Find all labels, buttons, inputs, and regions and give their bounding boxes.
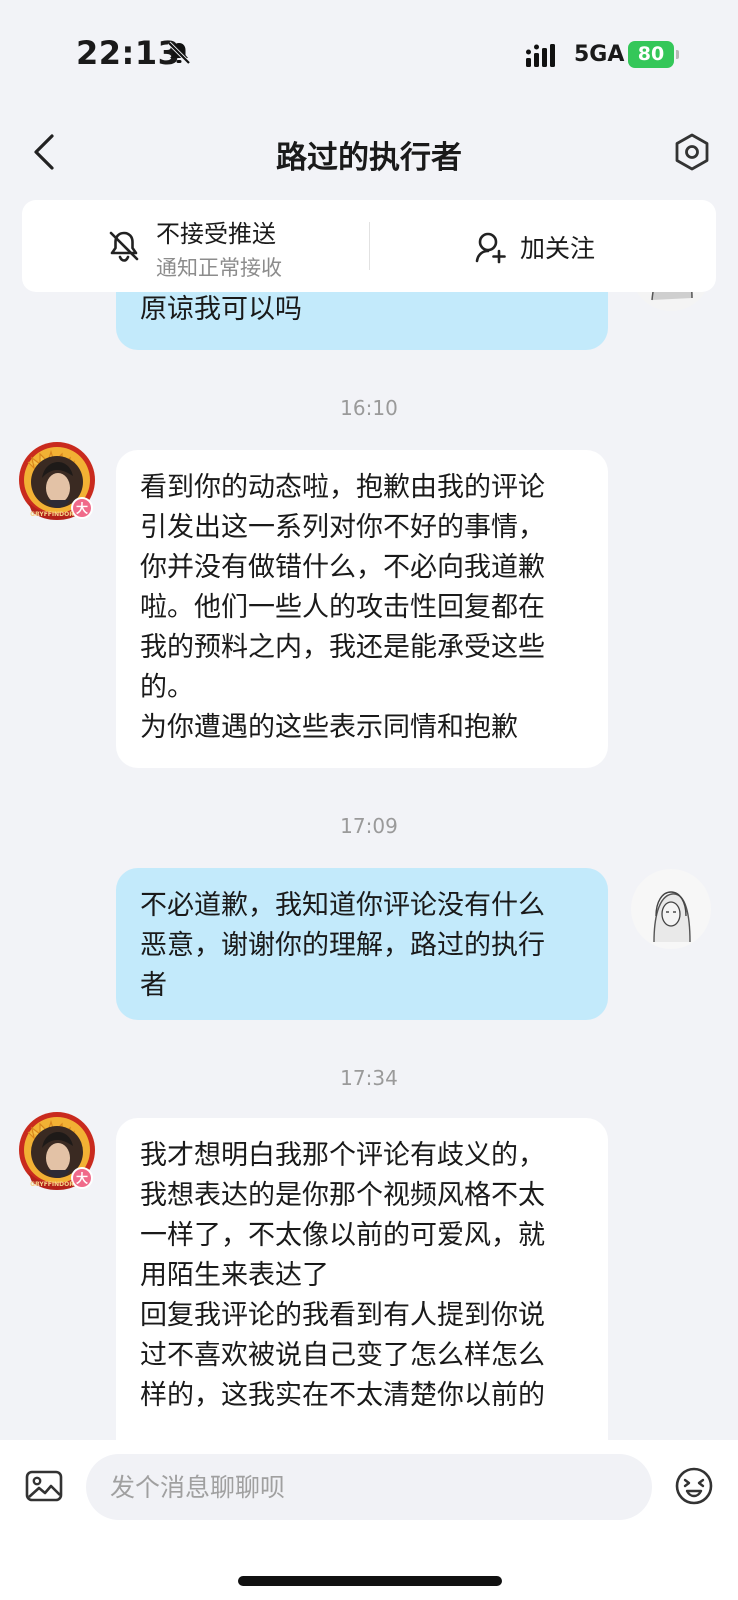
my-avatar[interactable]	[630, 868, 712, 950]
message-line: 过不喜欢被说自己变了怎么样怎么	[140, 1340, 545, 1371]
message-line: 引发出这一系列对你不好的事情，	[140, 512, 545, 543]
message-line: 一样了，不太像以前的可爱风，就	[140, 1220, 545, 1251]
subscribe-card: 不接受推送 通知正常接收 加关注	[22, 200, 716, 292]
message-timestamp: 16:10	[340, 396, 398, 420]
contact-avatar[interactable]: 大 GRYFFINDOR	[16, 440, 98, 522]
message-line: 我想表达的是你那个视频风格不太	[140, 1180, 545, 1211]
card-divider	[369, 222, 370, 270]
emoji-icon[interactable]	[674, 1466, 714, 1506]
message-line: 回复我评论的我看到有人提到你说	[140, 1300, 545, 1331]
bell-off-icon[interactable]	[106, 228, 142, 264]
my-avatar[interactable]	[630, 292, 712, 312]
settings-hexagon-icon[interactable]	[672, 132, 712, 172]
message-timestamp: 17:34	[340, 1066, 398, 1090]
chat-messages[interactable]: 原谅我可以吗 16:10 大 GRYFFINDOR 看到你的动态啦，抱歉由我的评…	[0, 292, 738, 1440]
push-setting-label[interactable]: 不接受推送	[156, 214, 276, 249]
message-bubble-theirs[interactable]: 我才想明白我那个评论有歧义的， 我想表达的是你那个视频风格不太 一样了，不太像以…	[116, 1118, 608, 1440]
page-title: 路过的执行者	[276, 140, 462, 176]
message-line: 不必道歉，我知道你评论没有什么	[140, 890, 545, 921]
message-line: 的。	[140, 672, 194, 703]
message-line: 用陌生来表达了	[140, 1260, 329, 1291]
image-picker-icon[interactable]	[24, 1466, 64, 1506]
message-line: 恶意，谢谢你的理解，路过的执行	[140, 930, 545, 961]
add-user-icon	[475, 232, 506, 264]
avatar-badge: 大	[76, 1171, 88, 1186]
message-line: 我才想明白我那个评论有歧义的，	[140, 1140, 545, 1171]
signal-bars-icon	[526, 44, 555, 67]
message-line: 者	[140, 970, 167, 1001]
message-bubble-theirs[interactable]: 看到你的动态啦，抱歉由我的评论 引发出这一系列对你不好的事情， 你并没有做错什么…	[116, 450, 608, 768]
avatar-badge: 大	[76, 501, 88, 516]
push-setting-sublabel: 通知正常接收	[156, 256, 282, 280]
network-type: 5GA	[574, 42, 625, 67]
message-line: 样的，这我实在不太清楚你以前的	[140, 1380, 545, 1411]
bell-mute-icon	[167, 41, 191, 65]
battery-level: 80	[628, 41, 674, 68]
message-line: 我的预料之内，我还是能承受这些	[140, 632, 545, 663]
message-input[interactable]	[86, 1454, 652, 1520]
message-bubble-mine[interactable]: 原谅我可以吗	[116, 292, 608, 350]
contact-avatar[interactable]: 大 GRYFFINDOR	[16, 1110, 98, 1192]
status-time: 22:13	[76, 34, 181, 72]
follow-label: 加关注	[520, 234, 596, 263]
avatar-banner: GRYFFINDOR	[30, 511, 74, 518]
follow-button[interactable]: 加关注	[474, 222, 595, 272]
home-indicator[interactable]	[238, 1576, 502, 1586]
message-line: 为你遭遇的这些表示同情和抱歉	[140, 712, 518, 743]
message-line: 看到你的动态啦，抱歉由我的评论	[140, 472, 545, 503]
message-line: 原谅我可以吗	[140, 294, 302, 325]
status-bar: 22:13 5GA 80	[0, 0, 738, 100]
message-input-bar	[0, 1440, 738, 1600]
message-line: 你并没有做错什么，不必向我道歉	[140, 552, 545, 583]
nav-bar: 路过的执行者	[0, 110, 738, 194]
message-line: 啦。他们一些人的攻击性回复都在	[140, 592, 545, 623]
avatar-banner: GRYFFINDOR	[30, 1181, 74, 1188]
message-timestamp: 17:09	[340, 814, 398, 838]
battery-tip	[676, 50, 679, 59]
message-bubble-mine[interactable]: 不必道歉，我知道你评论没有什么 恶意，谢谢你的理解，路过的执行 者	[116, 868, 608, 1020]
